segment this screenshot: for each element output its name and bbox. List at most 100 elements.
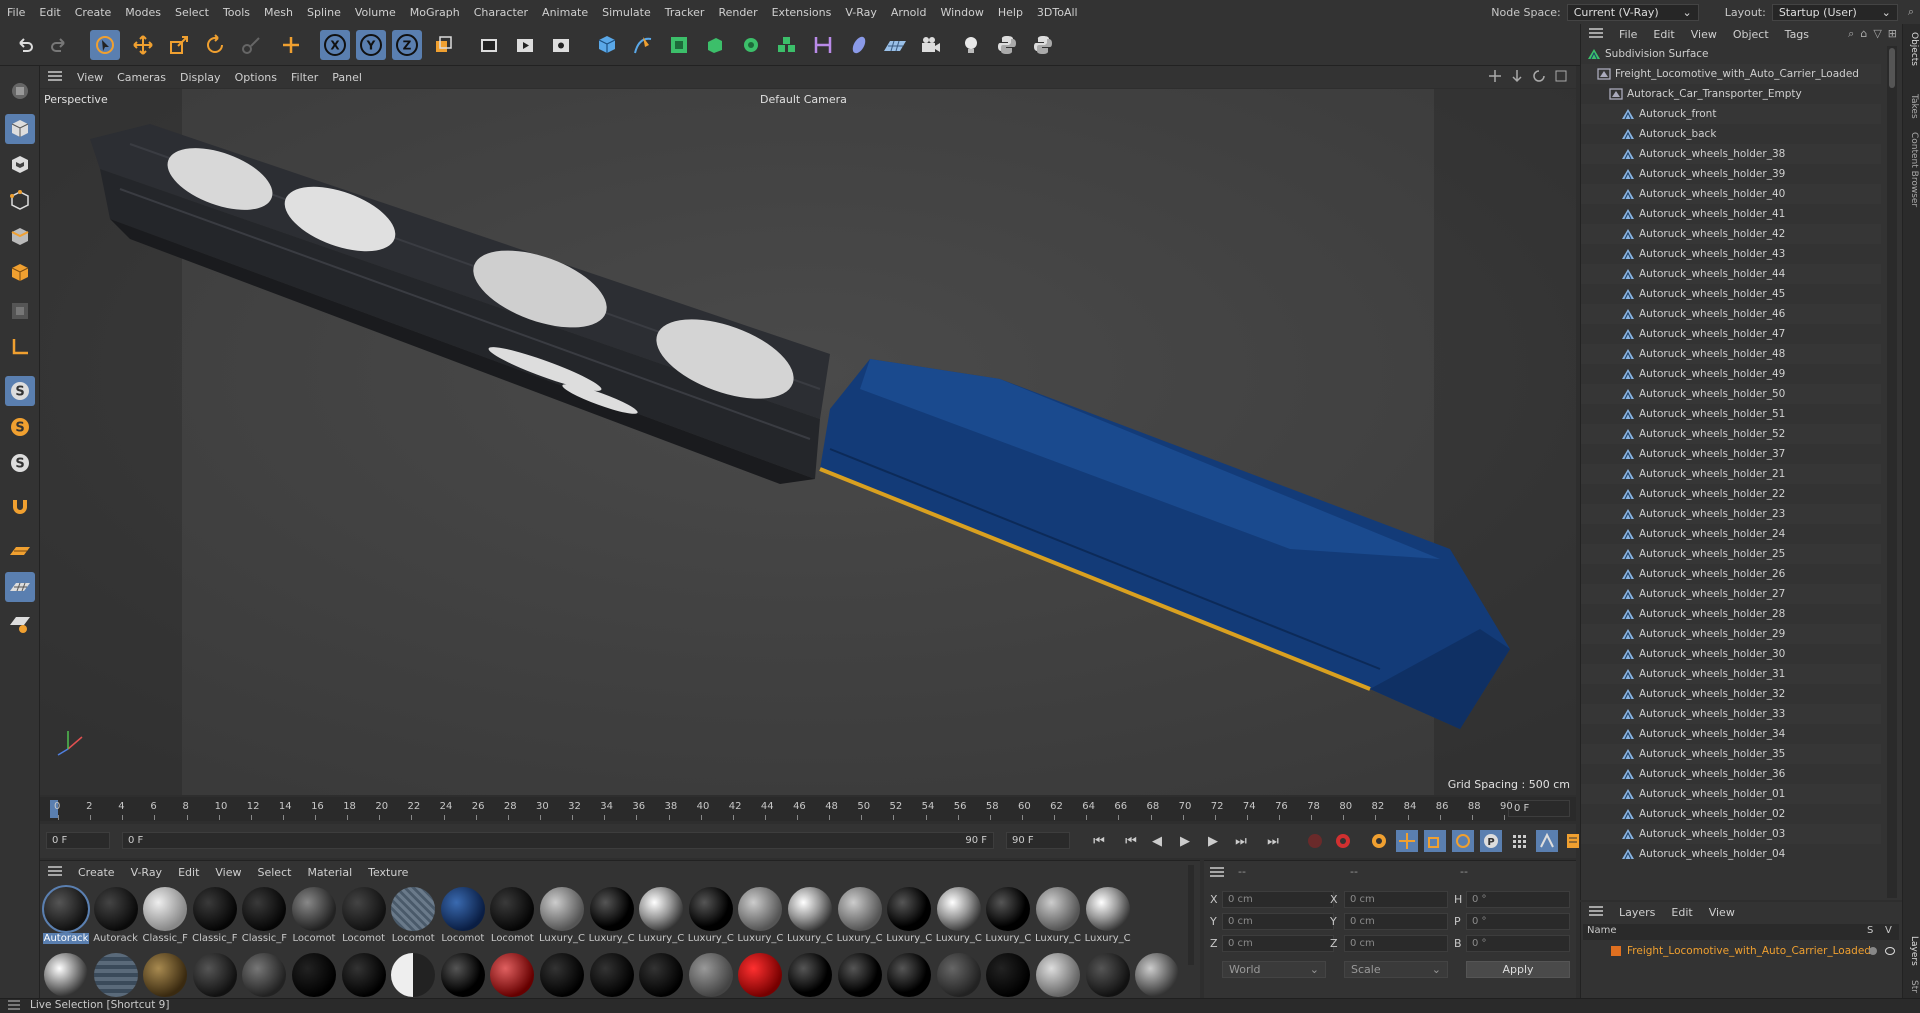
y-axis-icon[interactable]: Y (356, 30, 386, 60)
tree-row-object[interactable]: Autoruck_wheels_holder_42 (1581, 224, 1881, 244)
status-hamburger-icon[interactable] (8, 1000, 20, 1013)
tree-row-object[interactable]: Autoruck_back (1581, 124, 1881, 144)
object-menu-view[interactable]: View (1683, 28, 1725, 41)
tree-row-subdivision[interactable]: Subdivision Surface (1581, 44, 1881, 64)
material-swatch[interactable] (589, 887, 634, 931)
rot-p-field[interactable]: 0 ° (1466, 913, 1570, 930)
material-swatch[interactable] (341, 887, 386, 931)
scale-icon[interactable] (164, 30, 194, 60)
material-swatch[interactable] (192, 953, 237, 997)
material-swatch[interactable] (192, 887, 237, 931)
key-parameter-icon[interactable]: P (1480, 830, 1502, 852)
material-swatch[interactable] (440, 953, 485, 997)
tab-content-browser[interactable]: Content Browser (1905, 132, 1919, 207)
menu-character[interactable]: Character (467, 6, 535, 19)
coordinate-system-icon[interactable] (428, 30, 458, 60)
keyframe-selection-icon[interactable] (1368, 830, 1390, 852)
tab-structure[interactable]: Str (1905, 980, 1919, 993)
tree-row-object[interactable]: Autoruck_wheels_holder_28 (1581, 604, 1881, 624)
live-selection-icon[interactable] (90, 30, 120, 60)
object-hamburger-icon[interactable] (1581, 27, 1611, 41)
tree-row-object[interactable]: Autoruck_wheels_holder_48 (1581, 344, 1881, 364)
pan-icon[interactable] (1488, 69, 1502, 86)
layer-row[interactable]: Freight_Locomotive_with_Auto_Carrier_Loa… (1583, 942, 1899, 960)
texture-mode-icon[interactable] (5, 150, 35, 180)
play-icon[interactable]: ▶ (1174, 830, 1196, 852)
key-pla-icon[interactable] (1508, 830, 1530, 852)
timeline-ruler[interactable]: 0 F 0 2 4 6 8 10 12 14 16 18 20 22 24 26 28 30 32 34 36 38 4… (40, 797, 1576, 821)
menu-extensions[interactable]: Extensions (765, 6, 839, 19)
tree-row-object[interactable]: Autoruck_wheels_holder_34 (1581, 724, 1881, 744)
material-hamburger-icon[interactable] (40, 865, 70, 879)
eye-icon[interactable] (1885, 947, 1895, 955)
material-swatch[interactable] (986, 887, 1031, 931)
tree-row-object[interactable]: Autoruck_wheels_holder_21 (1581, 464, 1881, 484)
layout-dropdown[interactable]: Startup (User) ⌄ (1771, 3, 1898, 21)
material-swatch[interactable] (738, 887, 783, 931)
layer-menu-view[interactable]: View (1701, 906, 1743, 919)
tree-row-object[interactable]: Autoruck_wheels_holder_31 (1581, 664, 1881, 684)
layer-menu-layers[interactable]: Layers (1611, 906, 1663, 919)
record-disabled-icon[interactable] (1304, 830, 1326, 852)
cube-icon[interactable] (592, 30, 622, 60)
undo-icon[interactable] (10, 30, 40, 60)
dolly-icon[interactable] (1510, 69, 1524, 86)
orbit-icon[interactable] (1532, 69, 1546, 86)
viewport-menu-options[interactable]: Options (228, 71, 284, 84)
tree-row-object[interactable]: Autoruck_wheels_holder_33 (1581, 704, 1881, 724)
window-options-icon[interactable]: ⌕ (1908, 5, 1914, 19)
viewport-menu-filter[interactable]: Filter (284, 71, 325, 84)
world-axis-icon[interactable] (276, 30, 306, 60)
x-axis-icon[interactable]: X (320, 30, 350, 60)
tree-row-object[interactable]: Autoruck_wheels_holder_22 (1581, 484, 1881, 504)
uv-mode-icon[interactable] (5, 296, 35, 326)
material-swatch[interactable] (639, 953, 684, 997)
material-swatch[interactable] (93, 953, 138, 997)
menu-animate[interactable]: Animate (535, 6, 595, 19)
size-y-field[interactable]: 0 cm (1344, 913, 1448, 930)
material-swatch[interactable] (887, 887, 932, 931)
polygon-mode-icon[interactable] (5, 258, 35, 288)
menu-render[interactable]: Render (711, 6, 764, 19)
menu-mesh[interactable]: Mesh (257, 6, 300, 19)
camera-icon[interactable] (916, 30, 946, 60)
tree-row-object[interactable]: Autoruck_wheels_holder_41 (1581, 204, 1881, 224)
tree-row-group[interactable]: Freight_Locomotive_with_Auto_Carrier_Loa… (1581, 64, 1881, 84)
motion-record-icon[interactable] (1536, 830, 1558, 852)
material-swatch[interactable] (143, 953, 188, 997)
tree-row-object[interactable]: Autoruck_wheels_holder_51 (1581, 404, 1881, 424)
menu-spline[interactable]: Spline (300, 6, 348, 19)
previous-key-icon[interactable]: ⏮ (1120, 830, 1142, 852)
maximize-icon[interactable] (1554, 69, 1568, 86)
tree-row-object[interactable]: Autoruck_wheels_holder_52 (1581, 424, 1881, 444)
mograph-icon[interactable] (772, 30, 802, 60)
node-space-dropdown[interactable]: Current (V-Ray) ⌄ (1566, 3, 1699, 21)
search-icon[interactable]: ⌕ (1848, 27, 1854, 41)
extrude-icon[interactable] (700, 30, 730, 60)
material-swatch[interactable] (292, 887, 336, 931)
light-icon[interactable] (956, 30, 986, 60)
filter-icon[interactable]: ▽ (1873, 27, 1881, 41)
material-scrollbar[interactable] (1188, 865, 1194, 965)
material-swatch[interactable] (589, 953, 634, 997)
z-axis-icon[interactable]: Z (392, 30, 422, 60)
snap-icon[interactable]: S (5, 376, 35, 406)
material-swatch[interactable] (837, 953, 882, 997)
menu-arnold[interactable]: Arnold (884, 6, 934, 19)
layer-hamburger-icon[interactable] (1581, 905, 1611, 919)
make-editable-icon[interactable] (5, 76, 35, 106)
render-region-icon[interactable] (474, 30, 504, 60)
material-menu-view[interactable]: View (207, 866, 249, 879)
tree-row-object[interactable]: Autoruck_wheels_holder_35 (1581, 744, 1881, 764)
material-swatch[interactable] (391, 887, 436, 931)
material-swatch[interactable] (391, 953, 436, 997)
edge-mode-icon[interactable] (5, 222, 35, 252)
material-swatch[interactable] (42, 885, 90, 933)
tree-row-object[interactable]: Autoruck_wheels_holder_25 (1581, 544, 1881, 564)
material-swatch[interactable] (1085, 953, 1130, 997)
magnet-icon[interactable] (5, 492, 35, 522)
tree-row-object[interactable]: Autoruck_wheels_holder_24 (1581, 524, 1881, 544)
tree-row-object[interactable]: Autoruck_front (1581, 104, 1881, 124)
viewport-menu-panel[interactable]: Panel (325, 71, 369, 84)
material-swatch[interactable] (440, 887, 485, 931)
